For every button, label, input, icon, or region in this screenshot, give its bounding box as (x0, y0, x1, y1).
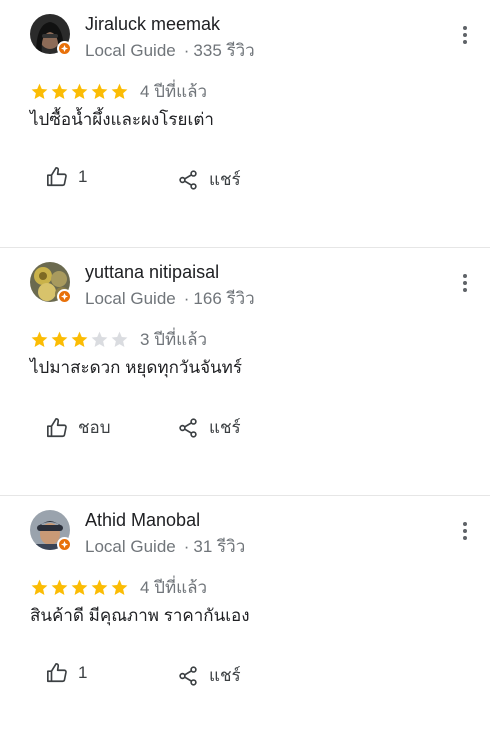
separator-dot: · (183, 41, 190, 60)
star-filled-icon (71, 83, 88, 100)
reviews-list: Jiraluck meemak Local Guide · 335 รีวิว 4 … (0, 0, 490, 744)
like-button[interactable]: 1 (46, 662, 87, 684)
review-count: 31 รีวิว (193, 537, 246, 556)
review-count: 335 รีวิว (193, 41, 255, 60)
local-guide-label: Local Guide (85, 537, 176, 556)
share-icon (179, 665, 197, 686)
share-button[interactable]: แชร์ (177, 662, 241, 689)
star-filled-icon (51, 579, 68, 596)
avatar[interactable] (30, 510, 72, 552)
reviewer-meta: Local Guide · 335 รีวิว (85, 37, 255, 64)
reviewer-name[interactable]: yuttana nitipaisal (85, 262, 219, 283)
thumb-up-icon (47, 663, 67, 683)
review-card: Jiraluck meemak Local Guide · 335 รีวิว 4 … (0, 0, 490, 248)
star-filled-icon (111, 579, 128, 596)
share-label: แชร์ (209, 418, 241, 437)
star-filled-icon (91, 579, 108, 596)
rating-row: 3 ปีที่แล้ว (30, 326, 207, 353)
local-guide-label: Local Guide (85, 41, 176, 60)
avatar[interactable] (30, 14, 72, 56)
rating-row: 4 ปีที่แล้ว (30, 574, 207, 601)
share-button[interactable]: แชร์ (177, 166, 241, 193)
more-options-icon[interactable] (462, 26, 468, 46)
reviewer-name[interactable]: Athid Manobal (85, 510, 200, 531)
review-card: yuttana nitipaisal Local Guide · 166 รีวิว… (0, 248, 490, 496)
star-filled-icon (111, 83, 128, 100)
review-card: Athid Manobal Local Guide · 31 รีวิว 4 ปีท… (0, 496, 490, 744)
review-count: 166 รีวิว (193, 289, 255, 308)
star-empty-icon (91, 331, 108, 348)
thumb-up-icon (47, 417, 67, 437)
star-filled-icon (31, 579, 48, 596)
separator-dot: · (183, 289, 190, 308)
review-time: 4 ปีที่แล้ว (140, 82, 208, 101)
rating-row: 4 ปีที่แล้ว (30, 78, 207, 105)
reviewer-meta: Local Guide · 31 รีวิว (85, 533, 245, 560)
star-rating (30, 82, 130, 101)
star-filled-icon (91, 83, 108, 100)
local-guide-badge-icon (57, 537, 72, 552)
star-filled-icon (51, 83, 68, 100)
separator-dot: · (183, 537, 190, 556)
star-filled-icon (71, 579, 88, 596)
star-rating (30, 330, 130, 349)
local-guide-badge-icon (57, 41, 72, 56)
share-icon (179, 417, 197, 438)
local-guide-label: Local Guide (85, 289, 176, 308)
review-time: 4 ปีที่แล้ว (140, 578, 208, 597)
star-filled-icon (71, 331, 88, 348)
like-label: ชอบ (78, 418, 111, 437)
share-label: แชร์ (209, 170, 241, 189)
share-label: แชร์ (209, 666, 241, 685)
like-button[interactable]: 1 (46, 166, 87, 188)
thumb-up-icon (47, 167, 67, 187)
reviewer-meta: Local Guide · 166 รีวิว (85, 285, 255, 312)
star-filled-icon (31, 83, 48, 100)
review-text: ไปมาสะดวก หยุดทุกวันจันทร์ (30, 358, 242, 377)
review-text: ไปซื้อน้ำผึ้งและผงโรยเต่า (30, 110, 214, 129)
like-button[interactable]: ชอบ (46, 414, 111, 441)
star-filled-icon (51, 331, 68, 348)
reviewer-name[interactable]: Jiraluck meemak (85, 14, 220, 35)
review-time: 3 ปีที่แล้ว (140, 330, 208, 349)
star-empty-icon (111, 331, 128, 348)
like-label: 1 (78, 663, 88, 682)
like-label: 1 (78, 167, 88, 186)
avatar[interactable] (30, 262, 72, 304)
review-text: สินค้าดี มีคุณภาพ ราคากันเอง (30, 606, 250, 625)
local-guide-badge-icon (57, 289, 72, 304)
star-filled-icon (31, 331, 48, 348)
more-options-icon[interactable] (462, 522, 468, 542)
star-rating (30, 578, 130, 597)
more-options-icon[interactable] (462, 274, 468, 294)
share-button[interactable]: แชร์ (177, 414, 241, 441)
share-icon (179, 169, 197, 190)
